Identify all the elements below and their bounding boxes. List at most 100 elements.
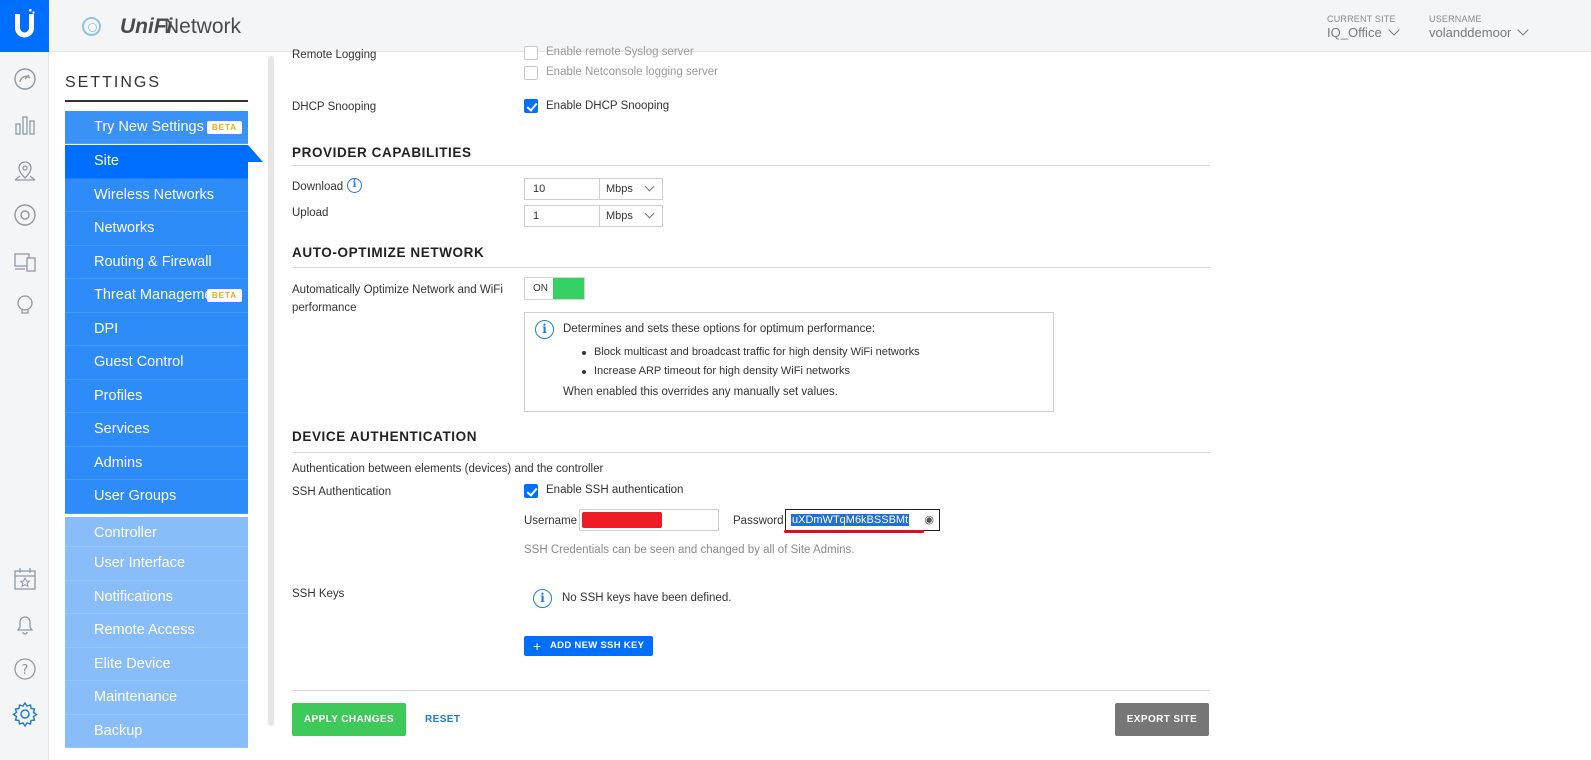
auto-optimize-info-box: i Determines and sets these options for … xyxy=(524,312,1054,412)
section-divider xyxy=(292,165,1210,166)
download-unit-select[interactable]: Mbps xyxy=(599,178,663,200)
add-ssh-key-button[interactable]: + ADD NEW SSH KEY xyxy=(524,636,654,656)
menu-admins[interactable]: Admins xyxy=(65,446,248,480)
info-icon: i xyxy=(535,320,554,339)
sidebar-scrollbar[interactable] xyxy=(268,56,274,726)
menu-user-groups[interactable]: User Groups xyxy=(65,480,248,514)
events-icon[interactable] xyxy=(12,566,38,592)
dhcp-snooping-checkbox[interactable] xyxy=(524,99,538,113)
info-outro: When enabled this overrides any manually… xyxy=(563,386,838,398)
menu-label: DPI xyxy=(94,320,119,337)
device-auth-description: Authentication between elements (devices… xyxy=(292,463,604,475)
ssh-password-label: Password xyxy=(733,515,784,527)
dashboard-icon[interactable] xyxy=(12,66,38,92)
menu-label: Services xyxy=(94,421,150,437)
auto-optimize-toggle[interactable]: ON xyxy=(524,277,585,300)
info-intro: Determines and sets these options for op… xyxy=(563,323,875,335)
ssh-password-input[interactable]: uXDmWTqM6kBSSBMt ◉ xyxy=(785,509,940,531)
menu-remote-access[interactable]: Remote Access xyxy=(65,614,248,648)
provider-capabilities-heading: PROVIDER CAPABILITIES xyxy=(292,145,472,160)
menu-site[interactable]: Site xyxy=(65,145,263,179)
username-label: USERNAME xyxy=(1429,14,1482,24)
underline-mark xyxy=(784,530,924,533)
menu-label: Try New Settings xyxy=(94,119,204,135)
redaction-mark xyxy=(582,512,662,528)
menu-dpi[interactable]: DPI xyxy=(65,312,248,346)
menu-threat-management[interactable]: Threat Management BETA xyxy=(65,279,248,313)
clients-icon[interactable] xyxy=(12,249,38,275)
export-site-button[interactable]: EXPORT SITE xyxy=(1115,703,1209,736)
settings-title: SETTINGS xyxy=(65,74,162,91)
netconsole-checkbox[interactable] xyxy=(524,66,538,80)
bullet-dot xyxy=(582,351,586,355)
left-icon-bar: ? xyxy=(0,0,49,760)
statistics-icon[interactable] xyxy=(12,112,38,138)
username-menu[interactable]: USERNAME volanddemoor xyxy=(1429,14,1530,40)
map-icon[interactable] xyxy=(12,157,38,183)
syslog-checkbox[interactable] xyxy=(524,46,538,60)
ssh-auth-option-label: Enable SSH authentication xyxy=(546,484,684,496)
dhcp-snooping-label: DHCP Snooping xyxy=(292,101,377,113)
menu-controller[interactable]: Controller xyxy=(65,513,248,547)
ssh-auth-checkbox[interactable] xyxy=(524,484,538,498)
upload-unit-value: Mbps xyxy=(606,210,633,222)
chevron-down-icon xyxy=(1388,24,1400,36)
menu-services[interactable]: Services xyxy=(65,413,248,447)
ssh-username-label: Username xyxy=(524,515,578,527)
ubiquiti-logo[interactable] xyxy=(0,0,49,52)
menu-label: Wireless Networks xyxy=(94,186,215,203)
chevron-down-icon xyxy=(644,181,655,192)
menu-elite-device[interactable]: Elite Device xyxy=(65,647,248,681)
info-bullet-2: Increase ARP timeout for high density Wi… xyxy=(594,365,850,377)
upload-input[interactable]: 1 xyxy=(524,205,600,227)
menu-guest-control[interactable]: Guest Control xyxy=(65,346,248,380)
show-password-eye-icon[interactable]: ◉ xyxy=(924,513,934,526)
upload-unit-select[interactable]: Mbps xyxy=(599,205,663,227)
reset-button[interactable]: RESET xyxy=(425,714,460,725)
menu-networks[interactable]: Networks xyxy=(65,212,248,246)
menu-label: Controller xyxy=(94,524,157,541)
menu-user-interface[interactable]: User Interface xyxy=(65,547,248,581)
info-bullet-1: Block multicast and broadcast traffic fo… xyxy=(594,346,920,358)
auto-optimize-label: Automatically Optimize Network and WiFi … xyxy=(292,284,503,314)
section-divider xyxy=(292,267,1210,268)
apply-changes-button[interactable]: APPLY CHANGES xyxy=(292,703,406,736)
netconsole-option-label: Enable Netconsole logging server xyxy=(546,66,718,78)
unifi-logo-icon xyxy=(82,17,101,36)
insights-icon[interactable] xyxy=(12,292,38,318)
chevron-down-icon xyxy=(1517,24,1530,36)
menu-routing-firewall[interactable]: Routing & Firewall xyxy=(65,245,248,279)
menu-label: Elite Device xyxy=(94,655,171,672)
info-icon: i xyxy=(533,589,552,608)
menu-notifications[interactable]: Notifications xyxy=(65,580,248,614)
menu-try-new-settings[interactable]: Try New Settings BETA xyxy=(65,111,248,144)
devices-icon[interactable] xyxy=(12,202,38,228)
info-icon[interactable]: i xyxy=(347,178,362,193)
toggle-state-label: ON xyxy=(533,283,548,294)
ssh-password-value: uXDmWTqM6kBSSBMt xyxy=(791,514,910,526)
menu-backup[interactable]: Backup xyxy=(65,714,248,748)
beta-badge: BETA xyxy=(206,121,242,134)
menu-label: Networks xyxy=(94,220,155,236)
settings-icon[interactable] xyxy=(12,701,38,728)
settings-menu: Try New Settings BETA Site Wireless Netwo… xyxy=(65,111,263,748)
menu-maintenance[interactable]: Maintenance xyxy=(65,681,248,715)
menu-wireless-networks[interactable]: Wireless Networks xyxy=(65,178,248,212)
download-input[interactable]: 10 xyxy=(524,178,600,200)
menu-label: Notifications xyxy=(94,588,173,605)
menu-profiles[interactable]: Profiles xyxy=(65,379,248,413)
menu-label: Backup xyxy=(94,722,143,739)
menu-label: User Groups xyxy=(94,488,177,504)
help-icon[interactable]: ? xyxy=(12,656,38,682)
brand-network: Network xyxy=(164,15,242,38)
toggle-knob xyxy=(553,278,584,299)
menu-label: User Interface xyxy=(94,555,186,571)
chevron-down-icon xyxy=(644,208,655,219)
current-site-selector[interactable]: CURRENT SITE IQ_Office xyxy=(1327,14,1400,40)
menu-label: Guest Control xyxy=(94,354,184,370)
alerts-icon[interactable] xyxy=(12,611,38,637)
add-ssh-key-label: ADD NEW SSH KEY xyxy=(550,640,645,651)
svg-text:?: ? xyxy=(22,663,29,678)
ssh-keys-label: SSH Keys xyxy=(292,588,345,600)
menu-label: Admins xyxy=(94,454,143,471)
